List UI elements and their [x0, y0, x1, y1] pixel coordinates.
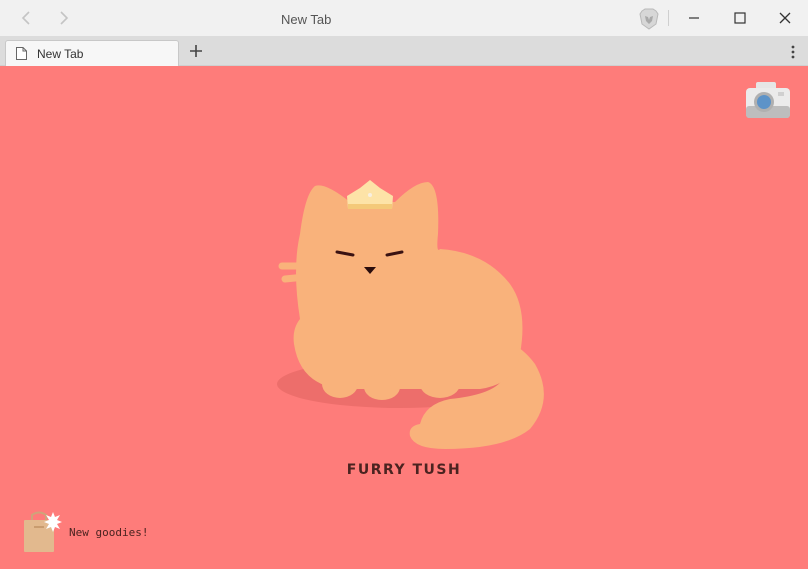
new-goodies-label: New goodies! [69, 526, 149, 539]
maximize-button[interactable] [728, 6, 752, 30]
brave-lion-icon [639, 8, 659, 30]
kebab-menu-icon [791, 45, 795, 59]
minimize-icon [689, 17, 699, 19]
close-button[interactable] [773, 6, 797, 30]
page-caption: FURRY TUSH [346, 462, 462, 478]
shopping-bag-icon [24, 511, 62, 552]
chevron-left-icon [21, 11, 30, 25]
title-separator [668, 10, 669, 26]
tab-label: New Tab [37, 47, 84, 61]
new-tab-button[interactable] [186, 41, 206, 61]
camera-button[interactable] [744, 80, 792, 120]
camera-icon [746, 82, 790, 118]
minimize-button[interactable] [682, 6, 706, 30]
new-goodies-button[interactable]: New goodies! [22, 506, 192, 554]
forward-button[interactable] [54, 8, 74, 28]
title-bar: New Tab [0, 0, 808, 36]
new-tab-page: FURRY TUSH New goodies! [0, 66, 808, 569]
document-icon [16, 47, 27, 60]
brave-shields-button[interactable] [639, 8, 659, 30]
back-button[interactable] [16, 8, 36, 28]
cat-illustration [277, 180, 544, 449]
menu-button[interactable] [785, 43, 801, 61]
window-title: New Tab [281, 12, 332, 27]
close-icon [779, 12, 791, 24]
plus-icon [190, 45, 202, 57]
maximize-icon [734, 12, 746, 24]
chevron-right-icon [60, 11, 69, 25]
tab-bar: New Tab [0, 36, 808, 66]
tab-new-tab[interactable]: New Tab [5, 40, 179, 66]
